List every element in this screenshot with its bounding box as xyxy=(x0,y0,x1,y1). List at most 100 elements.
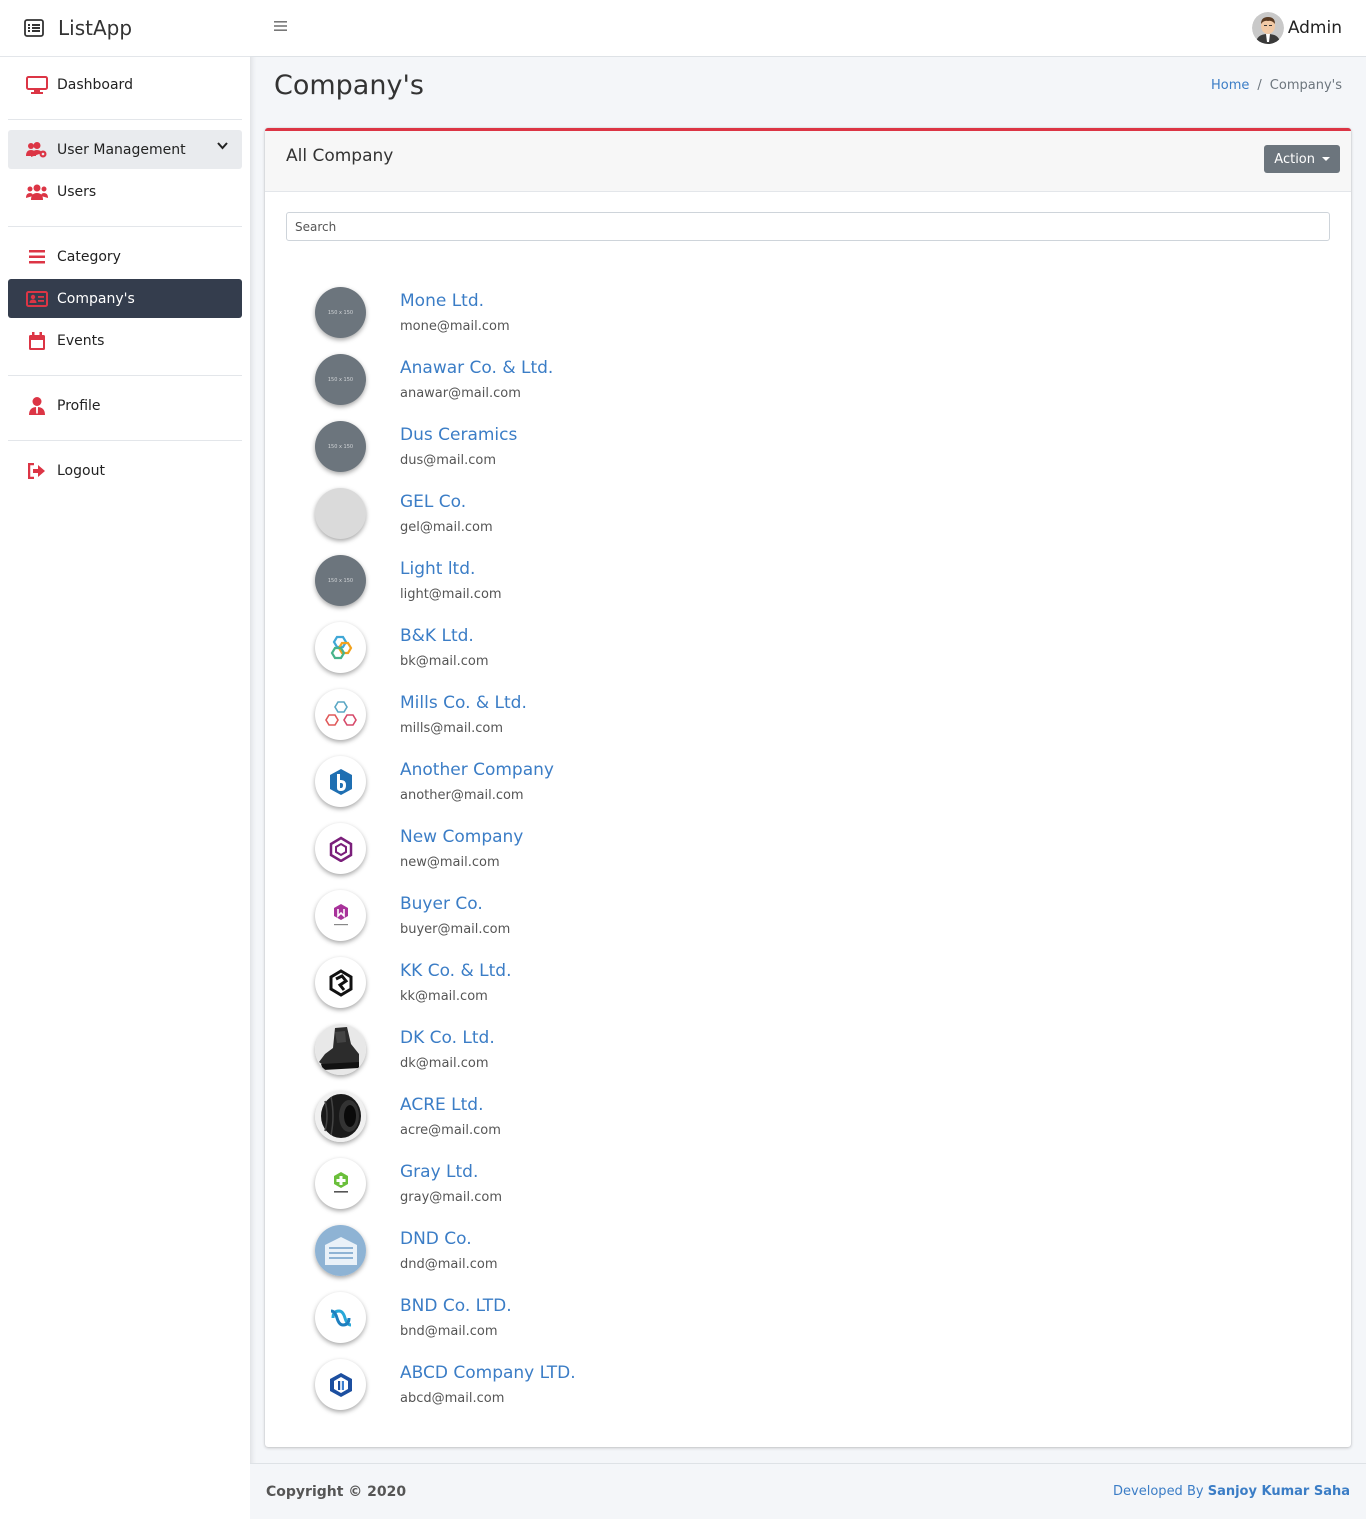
sidebar-item-dashboard[interactable]: Dashboard xyxy=(8,65,242,104)
company-name-link[interactable]: Light ltd. xyxy=(400,559,475,579)
company-logo[interactable] xyxy=(315,1292,366,1343)
breadcrumb-separator: / xyxy=(1257,78,1262,93)
search-input[interactable] xyxy=(286,212,1330,241)
sidebar-item-label: Users xyxy=(57,183,97,200)
company-email: gel@mail.com xyxy=(400,520,493,535)
sidebar: ListApp Dashboard User Management Users xyxy=(0,0,250,1519)
monitor-icon xyxy=(26,75,48,95)
company-name-link[interactable]: ACRE Ltd. xyxy=(400,1095,484,1115)
placeholder-text: 150 x 150 xyxy=(327,309,354,316)
breadcrumb: Home / Company's xyxy=(1211,78,1342,93)
list-item: GEL Co. gel@mail.com xyxy=(315,482,915,549)
sidebar-item-category[interactable]: Category xyxy=(8,237,242,276)
sidebar-item-user-management[interactable]: User Management xyxy=(8,130,242,169)
page-title: Company's xyxy=(274,70,424,101)
placeholder-text: 150 x 150 xyxy=(327,443,354,450)
list-item: 150 x 150 Mone Ltd. mone@mail.com xyxy=(315,281,915,348)
company-email: dnd@mail.com xyxy=(400,1257,498,1272)
company-email: light@mail.com xyxy=(400,587,502,602)
company-name-link[interactable]: BND Co. LTD. xyxy=(400,1296,512,1316)
company-logo[interactable]: 150 x 150 xyxy=(315,287,366,338)
company-name-link[interactable]: Dus Ceramics xyxy=(400,425,517,445)
company-email: dk@mail.com xyxy=(400,1056,489,1071)
company-name-link[interactable]: KK Co. & Ltd. xyxy=(400,961,511,981)
list-item: Another Company another@mail.com xyxy=(315,750,915,817)
company-logo[interactable] xyxy=(315,1225,366,1276)
breadcrumb-home-link[interactable]: Home xyxy=(1211,78,1249,93)
developer-name-link[interactable]: Sanjoy Kumar Saha xyxy=(1208,1484,1350,1499)
calendar-icon xyxy=(26,331,48,351)
company-email: dus@mail.com xyxy=(400,453,497,468)
user-menu[interactable]: Admin xyxy=(1251,12,1342,44)
action-dropdown-button[interactable]: Action xyxy=(1264,145,1340,173)
company-name-link[interactable]: Anawar Co. & Ltd. xyxy=(400,358,553,378)
company-email: another@mail.com xyxy=(400,788,524,803)
company-logo[interactable] xyxy=(315,890,366,941)
footer: Copyright © 2020 Developed By Sanjoy Kum… xyxy=(250,1463,1366,1519)
company-name-link[interactable]: Gray Ltd. xyxy=(400,1162,478,1182)
sidebar-item-label: Logout xyxy=(57,462,105,479)
card-title: All Company xyxy=(286,146,394,166)
company-logo[interactable] xyxy=(315,823,366,874)
company-email: new@mail.com xyxy=(400,855,500,870)
company-email: anawar@mail.com xyxy=(400,386,521,401)
company-name-link[interactable]: DND Co. xyxy=(400,1229,472,1249)
avatar xyxy=(1251,12,1284,44)
user-tie-icon xyxy=(26,396,48,416)
company-logo[interactable] xyxy=(315,488,366,539)
company-name-link[interactable]: DK Co. Ltd. xyxy=(400,1028,495,1048)
company-logo[interactable] xyxy=(315,622,366,673)
company-logo[interactable] xyxy=(315,1024,366,1075)
brand[interactable]: ListApp xyxy=(0,0,250,57)
list-item: DND Co. dnd@mail.com xyxy=(315,1219,915,1286)
id-card-icon xyxy=(26,289,48,309)
list-icon xyxy=(26,247,48,267)
sidebar-item-events[interactable]: Events xyxy=(8,321,242,360)
action-label: Action xyxy=(1274,151,1315,167)
company-name-link[interactable]: GEL Co. xyxy=(400,492,466,512)
sidebar-item-users[interactable]: Users xyxy=(8,172,242,211)
company-logo[interactable] xyxy=(315,756,366,807)
company-logo[interactable]: 150 x 150 xyxy=(315,354,366,405)
list-item: BND Co. LTD. bnd@mail.com xyxy=(315,1286,915,1353)
sidebar-item-logout[interactable]: Logout xyxy=(8,451,242,490)
developer-prefix: Developed By xyxy=(1113,1484,1204,1499)
card-header: All Company Action xyxy=(265,131,1351,192)
company-name-link[interactable]: Mone Ltd. xyxy=(400,291,484,311)
company-email: mone@mail.com xyxy=(400,319,510,334)
hamburger-menu-icon[interactable] xyxy=(274,20,287,32)
sidebar-item-profile[interactable]: Profile xyxy=(8,386,242,425)
placeholder-text: 150 x 150 xyxy=(327,376,354,383)
list-item: 150 x 150 Dus Ceramics dus@mail.com xyxy=(315,415,915,482)
company-name-link[interactable]: ABCD Company LTD. xyxy=(400,1363,576,1383)
company-logo[interactable] xyxy=(315,689,366,740)
sidebar-item-companys[interactable]: Company's xyxy=(8,279,242,318)
list-item: New Company new@mail.com xyxy=(315,817,915,884)
topbar: Admin xyxy=(250,0,1366,57)
company-logo[interactable] xyxy=(315,957,366,1008)
company-logo[interactable] xyxy=(315,1091,366,1142)
sidebar-item-label: User Management xyxy=(57,141,186,158)
company-name-link[interactable]: New Company xyxy=(400,827,523,847)
company-logo[interactable] xyxy=(315,1158,366,1209)
company-email: bnd@mail.com xyxy=(400,1324,498,1339)
company-card: All Company Action 150 x 150 Mone Ltd. mon… xyxy=(265,128,1351,1447)
company-name-link[interactable]: B&K Ltd. xyxy=(400,626,474,646)
users-icon xyxy=(26,182,48,202)
company-name-link[interactable]: Another Company xyxy=(400,760,554,780)
caret-down-icon xyxy=(1322,157,1330,161)
user-name: Admin xyxy=(1287,18,1342,38)
users-cog-icon xyxy=(26,140,48,160)
list-item: DK Co. Ltd. dk@mail.com xyxy=(315,1018,915,1085)
company-name-link[interactable]: Mills Co. & Ltd. xyxy=(400,693,527,713)
company-logo[interactable]: 150 x 150 xyxy=(315,555,366,606)
company-email: bk@mail.com xyxy=(400,654,489,669)
company-name-link[interactable]: Buyer Co. xyxy=(400,894,483,914)
company-logo[interactable]: 150 x 150 xyxy=(315,421,366,472)
company-email: buyer@mail.com xyxy=(400,922,511,937)
company-logo[interactable] xyxy=(315,1359,366,1410)
sidebar-item-label: Category xyxy=(57,248,121,265)
sidebar-item-label: Events xyxy=(57,332,105,349)
company-email: abcd@mail.com xyxy=(400,1391,505,1406)
list-app-icon xyxy=(24,19,44,37)
